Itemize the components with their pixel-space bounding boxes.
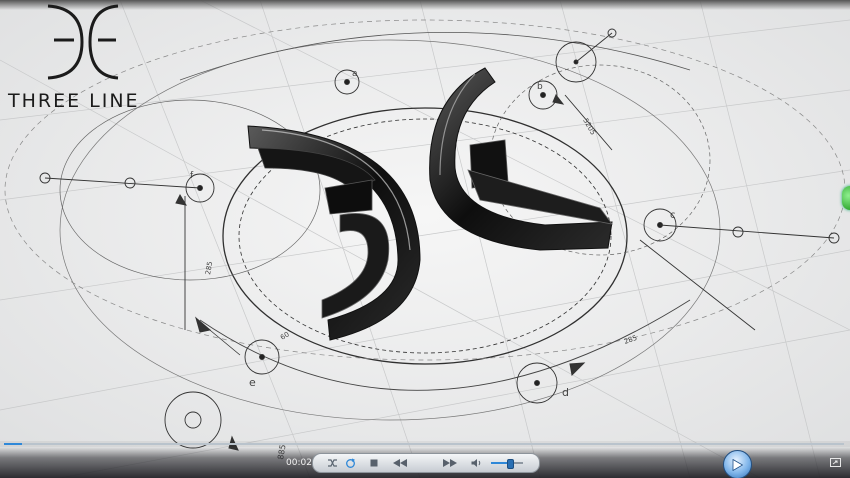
- volume-thumb[interactable]: [507, 459, 514, 469]
- logo-text: THREE LINE: [8, 90, 140, 112]
- play-icon: [732, 458, 743, 471]
- svg-text:d: d: [562, 386, 569, 399]
- speaker-icon: [471, 459, 480, 467]
- mute-button[interactable]: [469, 455, 483, 471]
- playback-controls: 00:02: [0, 447, 850, 478]
- volume-slider[interactable]: [491, 459, 523, 469]
- three-line-logo: THREE LINE: [8, 2, 158, 114]
- previous-button[interactable]: [391, 455, 409, 471]
- seek-track: [4, 443, 844, 445]
- media-player-window: a b c d e f 5205 285 60 285 885: [0, 0, 850, 478]
- side-panel-handle[interactable]: [842, 186, 850, 210]
- stop-icon: [370, 459, 378, 467]
- shuffle-icon: [327, 459, 337, 467]
- svg-text:c: c: [670, 210, 676, 221]
- fullscreen-button[interactable]: [829, 457, 841, 467]
- shuffle-button[interactable]: [325, 455, 339, 471]
- logo-mark: [47, 4, 119, 80]
- svg-text:a: a: [352, 69, 358, 79]
- stop-button[interactable]: [367, 455, 381, 471]
- repeat-icon: [345, 458, 355, 468]
- play-button[interactable]: [723, 450, 752, 478]
- seek-progress: [4, 443, 22, 445]
- transport-bar: [312, 450, 752, 478]
- fullscreen-icon: [829, 457, 841, 467]
- current-time: 00:02: [286, 458, 312, 468]
- svg-text:e: e: [249, 376, 256, 389]
- svg-text:b: b: [537, 82, 543, 92]
- video-frame[interactable]: a b c d e f 5205 285 60 285 885: [0, 0, 850, 478]
- rewind-icon: [393, 459, 407, 467]
- fast-forward-icon: [443, 459, 457, 467]
- repeat-button[interactable]: [343, 455, 357, 471]
- next-button[interactable]: [441, 455, 459, 471]
